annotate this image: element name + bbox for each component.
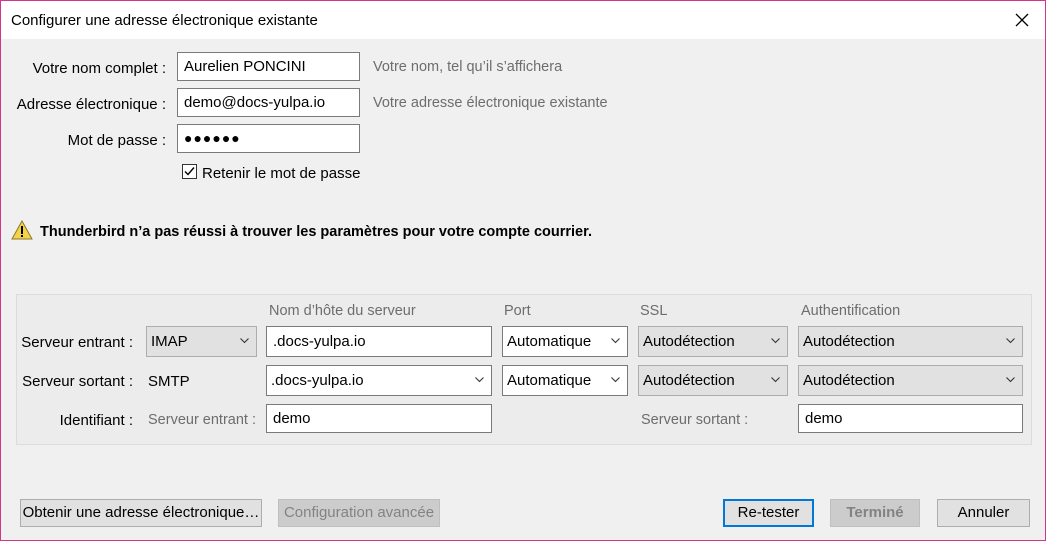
incoming-protocol-select[interactable]: IMAP bbox=[146, 326, 257, 357]
hostname-header: Nom d’hôte du serveur bbox=[269, 303, 416, 319]
outgoing-port-select[interactable]: Automatique bbox=[502, 365, 628, 396]
username-outgoing-label: Serveur sortant : bbox=[641, 412, 749, 428]
close-icon bbox=[1015, 13, 1029, 27]
incoming-username-input[interactable]: demo bbox=[266, 404, 492, 433]
chevron-down-icon bbox=[1006, 338, 1015, 344]
password-label: Mot de passe : bbox=[67, 132, 166, 149]
email-hint: Votre adresse électronique existante bbox=[373, 95, 608, 111]
auth-header: Authentification bbox=[801, 303, 901, 319]
ssl-header: SSL bbox=[640, 303, 668, 319]
remember-password-checkbox[interactable] bbox=[182, 164, 197, 179]
outgoing-server-label: Serveur sortant : bbox=[22, 373, 133, 390]
outgoing-auth-select[interactable]: Autodétection bbox=[798, 365, 1023, 396]
chevron-down-icon[interactable] bbox=[475, 377, 484, 383]
warning-text: Thunderbird n’a pas réussi à trouver les… bbox=[40, 224, 592, 240]
incoming-auth-select[interactable]: Autodétection bbox=[798, 326, 1023, 357]
title-bar: Configurer une adresse électronique exis… bbox=[1, 1, 1045, 39]
incoming-server-label: Serveur entrant : bbox=[21, 334, 133, 351]
port-header: Port bbox=[504, 303, 531, 319]
incoming-ssl-select[interactable]: Autodétection bbox=[638, 326, 788, 357]
remember-password-label[interactable]: Retenir le mot de passe bbox=[202, 165, 360, 182]
incoming-hostname-input[interactable]: .docs-yulpa.io bbox=[266, 326, 492, 357]
username-incoming-label: Serveur entrant : bbox=[148, 412, 256, 428]
chevron-down-icon bbox=[1006, 377, 1015, 383]
close-button[interactable] bbox=[1007, 5, 1037, 35]
warning-icon bbox=[11, 220, 33, 240]
email-label: Adresse électronique : bbox=[16, 96, 166, 113]
retest-button[interactable]: Re-tester bbox=[723, 499, 814, 527]
account-setup-dialog: Configurer une adresse électronique exis… bbox=[0, 0, 1046, 541]
username-label: Identifiant : bbox=[59, 412, 133, 429]
advanced-config-button[interactable]: Configuration avancée bbox=[278, 499, 440, 527]
outgoing-username-input[interactable]: demo bbox=[798, 404, 1023, 433]
checkmark-icon bbox=[184, 167, 195, 176]
cancel-button[interactable]: Annuler bbox=[937, 499, 1030, 527]
outgoing-ssl-select[interactable]: Autodétection bbox=[638, 365, 788, 396]
email-input[interactable]: demo@docs-yulpa.io bbox=[177, 88, 360, 117]
outgoing-protocol: SMTP bbox=[148, 373, 190, 390]
chevron-down-icon bbox=[611, 338, 620, 344]
dialog-title: Configurer une adresse électronique exis… bbox=[11, 12, 318, 29]
done-button[interactable]: Terminé bbox=[830, 499, 920, 527]
chevron-down-icon bbox=[771, 338, 780, 344]
password-input[interactable]: ●●●●●● bbox=[177, 124, 360, 153]
fullname-input[interactable]: Aurelien PONCINI bbox=[177, 52, 360, 81]
get-new-address-button[interactable]: Obtenir une adresse électronique… bbox=[20, 499, 262, 527]
chevron-down-icon bbox=[771, 377, 780, 383]
outgoing-hostname-combobox[interactable]: .docs-yulpa.io bbox=[266, 365, 492, 396]
fullname-hint: Votre nom, tel qu’il s’affichera bbox=[373, 59, 563, 75]
chevron-down-icon bbox=[240, 338, 249, 344]
fullname-label: Votre nom complet : bbox=[32, 60, 166, 77]
chevron-down-icon bbox=[611, 377, 620, 383]
incoming-port-select[interactable]: Automatique bbox=[502, 326, 628, 357]
